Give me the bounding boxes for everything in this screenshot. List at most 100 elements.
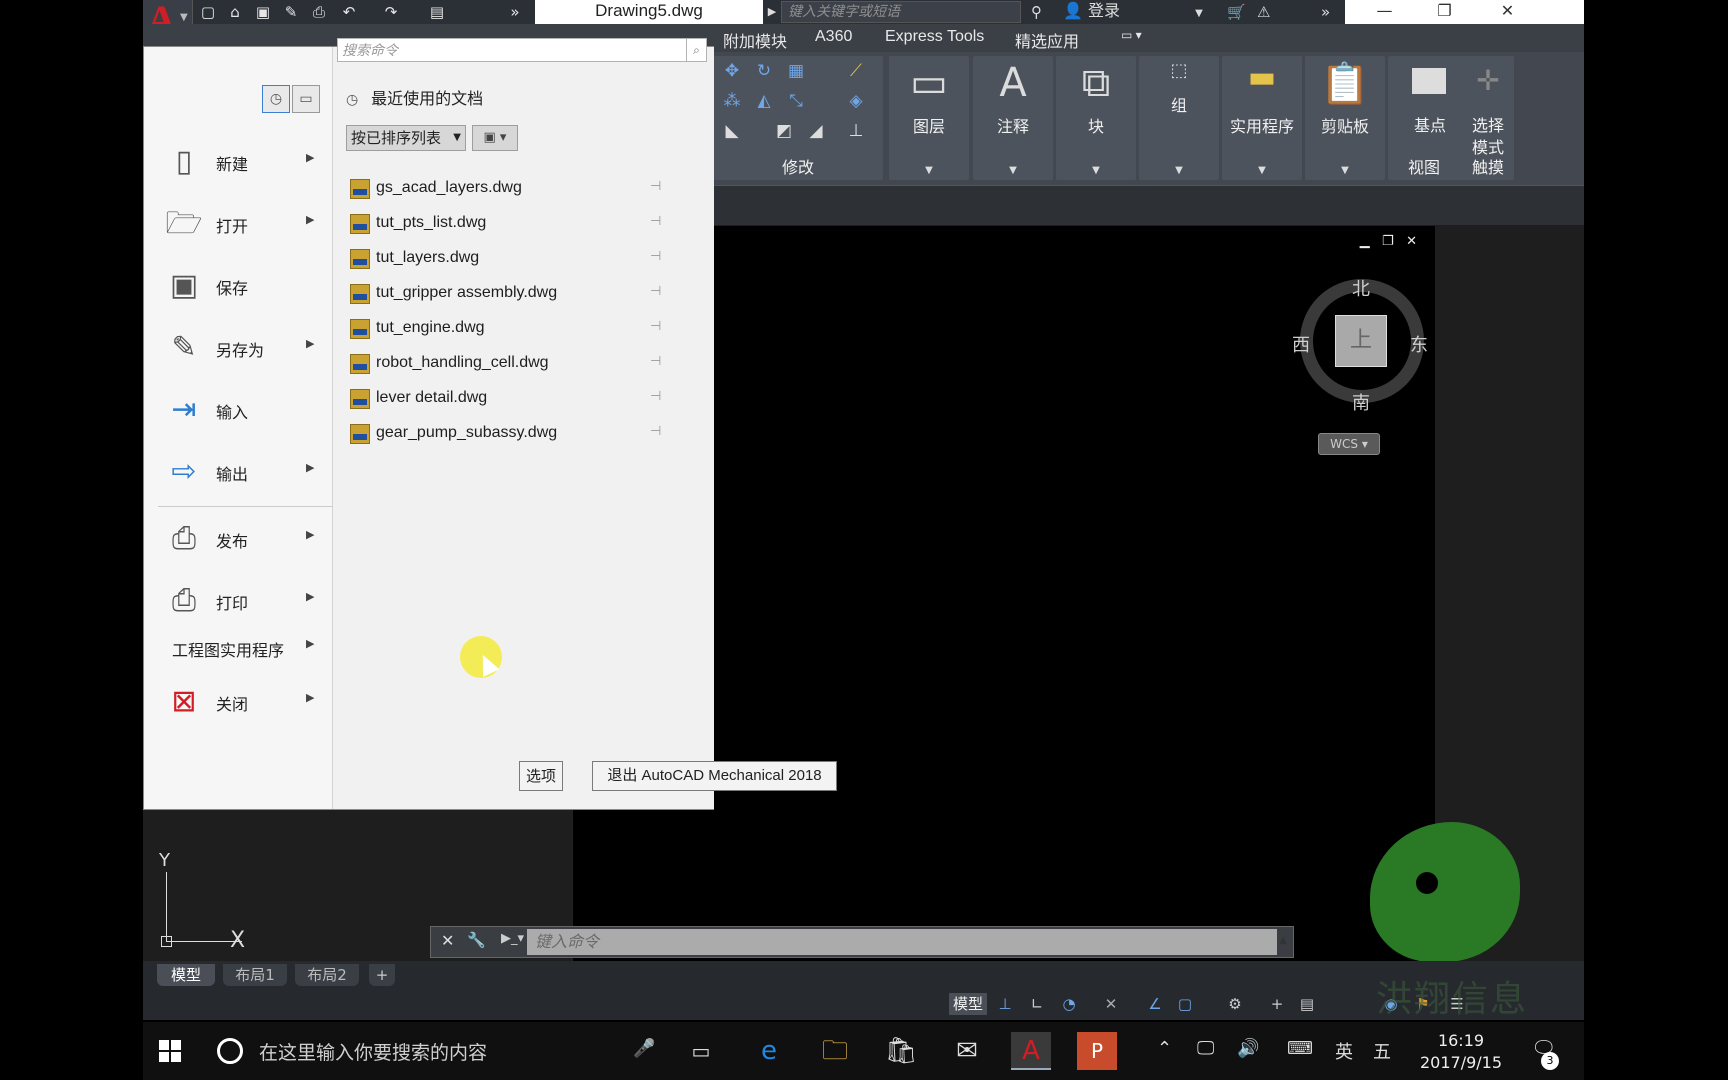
select-mode-button[interactable]: ✛ 选择 模式	[1464, 60, 1512, 157]
viewport-minimize-icon[interactable]: ▁	[1360, 234, 1370, 249]
overflow-icon[interactable]: »	[505, 2, 525, 22]
viewport-close-icon[interactable]: ✕	[1406, 234, 1417, 249]
menu-item-print[interactable]: ⎙ 打印 ▶	[144, 572, 333, 628]
tab-layout1[interactable]: 布局1	[223, 964, 287, 986]
utilities-panel[interactable]: ▬ 实用程序 ▼	[1222, 56, 1302, 180]
network-icon[interactable]: 🖵	[1197, 1038, 1214, 1059]
ortho-icon[interactable]: ∟	[1025, 993, 1049, 1015]
menu-item-save[interactable]: ▣ 保存	[144, 257, 333, 313]
explode-icon[interactable]: ◈	[845, 90, 867, 112]
workspace-gear-icon[interactable]: ⚙	[1223, 993, 1247, 1015]
cart-icon[interactable]: 🛒	[1227, 2, 1246, 22]
annotation-panel[interactable]: A 注释 ▼	[973, 56, 1053, 180]
pin-icon[interactable]: ⊣	[650, 214, 661, 229]
chamfer-icon[interactable]: ◢	[805, 120, 827, 142]
close-button[interactable]: ✕	[1480, 0, 1535, 24]
volume-icon[interactable]: 🔊	[1237, 1038, 1259, 1059]
pin-icon[interactable]: ⊣	[650, 389, 661, 404]
viewcube-top-face[interactable]: 上	[1335, 315, 1387, 367]
add-layout-button[interactable]: +	[369, 964, 395, 986]
tab-featured-apps[interactable]: 精选应用	[1015, 28, 1079, 52]
menu-item-close[interactable]: ⊠ 关闭 ▶	[144, 673, 333, 729]
autocad-taskbar-icon[interactable]: A	[1011, 1032, 1051, 1070]
store-icon[interactable]: 🛍	[881, 1032, 921, 1070]
recent-file-item[interactable]: tut_gripper assembly.dwg ⊣	[350, 280, 680, 308]
move-icon[interactable]: ✥	[721, 60, 743, 82]
recent-documents-icon[interactable]: ◷	[262, 85, 290, 113]
task-view-icon[interactable]: ▭	[681, 1032, 721, 1070]
command-input[interactable]: 键入命令	[527, 929, 1277, 955]
tab-layout2[interactable]: 布局2	[295, 964, 359, 986]
recent-file-item[interactable]: lever detail.dwg ⊣	[350, 385, 680, 413]
rotate-icon[interactable]: ↻	[753, 60, 775, 82]
view-label[interactable]: 视图	[1394, 154, 1454, 178]
menu-item-drawing-utilities[interactable]: 工程图实用程序 ▶	[144, 625, 333, 665]
units-icon[interactable]: ▤	[1295, 993, 1319, 1015]
menu-item-export[interactable]: ⇨ 输出 ▶	[144, 443, 333, 499]
layers-panel[interactable]: ▭ 图层 ▼	[889, 56, 969, 180]
prompt-icon[interactable]: ▶_▾	[501, 931, 524, 946]
keyboard-icon[interactable]: ⌨	[1287, 1038, 1313, 1059]
compass-south[interactable]: 南	[1352, 389, 1370, 415]
fillet-icon[interactable]: ◣	[721, 120, 743, 142]
new-icon[interactable]: ▢	[198, 2, 218, 22]
view-mode-dropdown[interactable]: ▣ ▾	[472, 125, 518, 151]
plus-icon[interactable]: +	[1265, 993, 1289, 1015]
recent-file-item[interactable]: tut_pts_list.dwg ⊣	[350, 210, 680, 238]
edge-browser-icon[interactable]: e	[749, 1032, 789, 1070]
tab-express-tools[interactable]: Express Tools	[885, 28, 984, 46]
wcs-menu[interactable]: WCS ▾	[1318, 433, 1380, 455]
recent-file-item[interactable]: robot_handling_cell.dwg ⊣	[350, 350, 680, 378]
basepoint-button[interactable]: 基点	[1400, 60, 1460, 150]
tab-a360[interactable]: A360	[815, 28, 852, 46]
exit-autocad-button[interactable]: 退出 AutoCAD Mechanical 2018	[592, 761, 837, 791]
mirror-icon[interactable]: ◭	[753, 90, 775, 112]
close-icon[interactable]: ✕	[441, 931, 454, 950]
open-icon[interactable]: ⌂	[225, 2, 245, 22]
copy-icon[interactable]: ⁂	[721, 90, 743, 112]
keyword-search-input[interactable]: 键入关键字或短语	[781, 1, 1021, 23]
viewport-restore-icon[interactable]: ❐	[1382, 234, 1394, 249]
chevron-up-icon[interactable]: ▲	[1279, 935, 1287, 946]
menu-item-new[interactable]: ▯ 新建 ▶	[144, 133, 333, 189]
pin-icon[interactable]: ⊣	[650, 179, 661, 194]
ime-language[interactable]: 英	[1335, 1038, 1353, 1064]
offset-icon[interactable]: ⊥	[845, 120, 867, 142]
open-documents-icon[interactable]: ▭	[292, 85, 320, 113]
restore-button[interactable]: ❐	[1417, 0, 1472, 24]
recent-file-item[interactable]: tut_engine.dwg ⊣	[350, 315, 680, 343]
ime-mode[interactable]: 五	[1373, 1038, 1391, 1064]
save-as-icon[interactable]: ✎	[281, 2, 301, 22]
pin-icon[interactable]: ⊣	[650, 354, 661, 369]
recent-file-item[interactable]: gs_acad_layers.dwg ⊣	[350, 175, 680, 203]
undo-icon[interactable]: ↶	[339, 2, 359, 22]
array-icon[interactable]: ▦	[785, 60, 807, 82]
search-commands-input[interactable]: 搜索命令	[337, 38, 687, 62]
powerpoint-icon[interactable]: P	[1077, 1032, 1117, 1070]
workspace-icon[interactable]: ▤	[427, 2, 447, 22]
polar-icon[interactable]: ◔	[1057, 993, 1081, 1015]
pin-icon[interactable]: ⊣	[650, 284, 661, 299]
menu-item-import[interactable]: ⇥ 输入	[144, 381, 333, 437]
scale-icon[interactable]: ◩	[773, 120, 795, 142]
a360-icon[interactable]: ⚠	[1257, 2, 1270, 22]
mail-icon[interactable]: ✉	[947, 1032, 987, 1070]
tray-expand-icon[interactable]: ⌃	[1157, 1038, 1172, 1059]
windows-start-icon[interactable]	[159, 1040, 181, 1062]
stretch-icon[interactable]: ⤡	[785, 90, 807, 112]
osnap-icon[interactable]: ✕	[1099, 993, 1123, 1015]
tab-addins[interactable]: 附加模块	[723, 28, 787, 52]
sort-dropdown[interactable]: 按已排序列表 ▼	[346, 125, 466, 151]
wrench-icon[interactable]: 🔧	[467, 931, 486, 949]
compass-east[interactable]: 东	[1410, 331, 1428, 357]
ribbon-display-icon[interactable]: ▭ ▾	[1121, 28, 1142, 42]
microphone-icon[interactable]: 🎤	[633, 1038, 655, 1059]
save-icon[interactable]: ▣	[253, 2, 273, 22]
model-space-button[interactable]: 模型	[949, 993, 987, 1015]
cortana-icon[interactable]	[217, 1038, 243, 1064]
compass-west[interactable]: 西	[1292, 331, 1310, 357]
login-button[interactable]: 👤 登录 ▼	[1063, 0, 1203, 24]
clipboard-panel[interactable]: 📋 剪贴板 ▼	[1305, 56, 1385, 180]
clock[interactable]: 16:19 2017/9/15	[1415, 1030, 1507, 1074]
pin-icon[interactable]: ⊣	[650, 319, 661, 334]
